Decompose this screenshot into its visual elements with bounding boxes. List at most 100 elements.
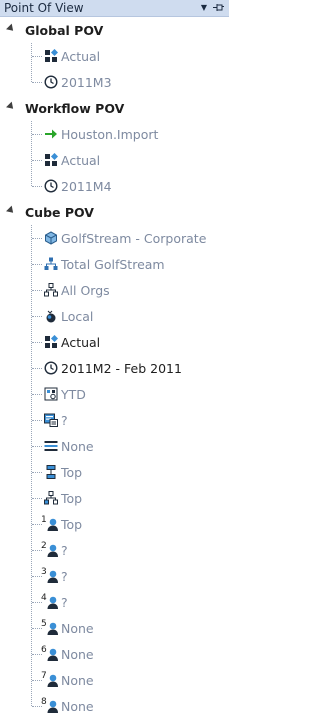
pov-item[interactable]: GolfStream - Corporate [0, 225, 229, 251]
expand-arrow-icon[interactable] [6, 205, 16, 216]
expand-arrow-icon[interactable] [6, 101, 16, 112]
pov-item-label: Total GolfStream [61, 256, 165, 272]
hierarchy-icon [44, 257, 58, 271]
pov-item-label: Actual [61, 334, 101, 350]
user-defined-number: 5 [41, 619, 47, 629]
user-defined-2-icon: 2 [41, 541, 58, 557]
tree-branch-line [32, 56, 42, 57]
pov-item-label: ? [61, 412, 68, 428]
pin-icon[interactable] [213, 3, 224, 14]
section-label: Cube POV [25, 204, 94, 220]
tree-branch-line [32, 394, 42, 395]
pov-tree: Global POV Actual 2011M3 Workflow POV Housto… [0, 17, 229, 719]
header-buttons: ▼ [201, 3, 224, 14]
pov-item-label: ? [61, 594, 68, 610]
pov-item[interactable]: YTD [0, 381, 229, 407]
pov-item-label: None [61, 672, 94, 688]
tree-branch-line [32, 238, 42, 239]
user-defined-1-icon: 1 [41, 515, 58, 531]
pov-item[interactable]: 2011M2 - Feb 2011 [0, 355, 229, 381]
pov-item-label: Houston.Import [61, 126, 159, 142]
pov-item-label: Top [61, 490, 83, 506]
flow-icon [44, 439, 58, 453]
origin-icon [44, 465, 58, 479]
pov-item[interactable]: 2011M4 [0, 173, 229, 199]
pov-item[interactable]: 5 None [0, 615, 229, 641]
pov-item-label: None [61, 646, 94, 662]
dropdown-menu-icon[interactable]: ▼ [201, 4, 207, 12]
user-defined-7-icon: 7 [41, 671, 58, 687]
tree-branch-line [32, 290, 42, 291]
tree-branch-line [32, 498, 42, 499]
pov-item[interactable]: 1 Top [0, 511, 229, 537]
section-label: Global POV [25, 22, 104, 38]
pov-item[interactable]: Top [0, 459, 229, 485]
tree-branch-line [32, 264, 42, 265]
green-arrow-icon [44, 127, 58, 141]
tree-branch-line [32, 368, 42, 369]
tree-branch-line [32, 420, 42, 421]
pov-item[interactable]: None [0, 433, 229, 459]
pov-item[interactable]: Actual [0, 329, 229, 355]
tree-branch-line [32, 446, 42, 447]
pov-item-label: 2011M4 [61, 178, 112, 194]
scenario-icon [44, 49, 58, 63]
scenario-icon [44, 335, 58, 349]
user-defined-number: 7 [41, 671, 47, 681]
pov-item[interactable]: 8 None [0, 693, 229, 719]
pov-item[interactable]: 2011M3 [0, 69, 229, 95]
pov-item[interactable]: 7 None [0, 667, 229, 693]
view-icon [44, 387, 58, 401]
section-header[interactable]: Workflow POV [0, 95, 229, 121]
tree-branch-line [32, 342, 42, 343]
section-global-pov: Global POV Actual 2011M3 [0, 17, 229, 95]
pov-item-label: None [61, 620, 94, 636]
pov-item[interactable]: Top [0, 485, 229, 511]
pov-item[interactable]: 6 None [0, 641, 229, 667]
expand-arrow-icon[interactable] [6, 23, 16, 34]
panel-title: Point Of View [4, 1, 84, 15]
pov-item-label: Top [61, 464, 83, 480]
pov-item[interactable]: 3? [0, 563, 229, 589]
panel-header: Point Of View ▼ [0, 0, 229, 17]
account-icon [44, 413, 58, 427]
user-defined-3-icon: 3 [41, 567, 58, 583]
pov-item[interactable]: Actual [0, 147, 229, 173]
user-defined-number: 8 [41, 697, 47, 707]
pov-item-label: ? [61, 542, 68, 558]
pov-item-label: ? [61, 568, 68, 584]
section-workflow-pov: Workflow POV Houston.Import Actual 2011M4 [0, 95, 229, 199]
clock-icon [44, 179, 58, 193]
pov-item-label: YTD [61, 386, 86, 402]
pov-item[interactable]: Houston.Import [0, 121, 229, 147]
user-defined-number: 4 [41, 593, 47, 603]
clock-icon [44, 75, 58, 89]
user-defined-number: 3 [41, 567, 47, 577]
pov-item[interactable]: Actual [0, 43, 229, 69]
tree-branch-line [32, 82, 42, 83]
currency-icon [44, 309, 58, 323]
pov-item[interactable]: ? [0, 407, 229, 433]
pov-item-label: Actual [61, 152, 101, 168]
section-cube-pov: Cube POV GolfStream - Corporate Total Golf… [0, 199, 229, 719]
user-defined-4-icon: 4 [41, 593, 58, 609]
pov-item[interactable]: Total GolfStream [0, 251, 229, 277]
pov-item-label: 2011M3 [61, 74, 112, 90]
user-defined-number: 2 [41, 541, 47, 551]
section-header[interactable]: Cube POV [0, 199, 229, 225]
tree-branch-line [32, 160, 42, 161]
user-defined-5-icon: 5 [41, 619, 58, 635]
tree-branch-line [32, 472, 42, 473]
pov-item-label: All Orgs [61, 282, 110, 298]
pov-item[interactable]: 2? [0, 537, 229, 563]
pov-item[interactable]: Local [0, 303, 229, 329]
section-header[interactable]: Global POV [0, 17, 229, 43]
pov-item[interactable]: All Orgs [0, 277, 229, 303]
tree-branch-line [32, 186, 42, 187]
scenario-icon [44, 153, 58, 167]
pov-item-label: Actual [61, 48, 101, 64]
pov-item[interactable]: 4? [0, 589, 229, 615]
user-defined-number: 6 [41, 645, 47, 655]
pov-item-label: None [61, 698, 94, 714]
user-defined-number: 1 [41, 515, 47, 525]
